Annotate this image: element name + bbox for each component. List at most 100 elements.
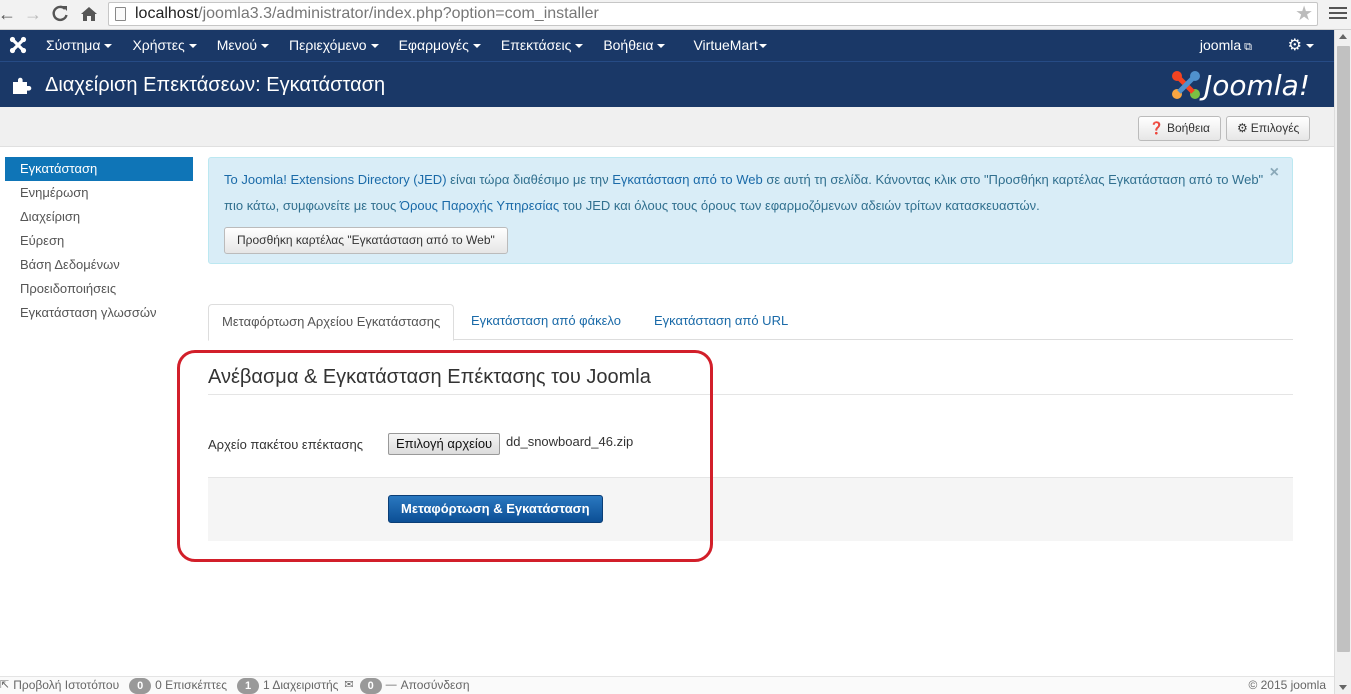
browser-menu-icon[interactable] (1329, 4, 1347, 24)
user-name: joomla (1199, 37, 1242, 53)
logout-link[interactable]: Αποσύνδεση (401, 677, 470, 694)
terms-of-service-link[interactable]: Όρους Παροχής Υπηρεσίας (400, 198, 559, 213)
home-icon[interactable] (78, 3, 100, 25)
gear-icon: ⚙ (1237, 121, 1248, 135)
chevron-down-icon (657, 44, 666, 49)
question-circle-icon: ❓ (1149, 121, 1164, 135)
choose-file-button[interactable]: Επιλογή αρχείου (388, 433, 501, 455)
menu-item-label: VirtueMart (693, 37, 758, 53)
menu-item[interactable]: Περιεχόμενο (279, 30, 389, 61)
sidebar-item[interactable]: Προειδοποιήσεις (5, 277, 193, 301)
minus-icon: — (385, 679, 397, 691)
menu-item[interactable]: Εφαρμογές (389, 30, 491, 61)
options-button-label: Επιλογές (1250, 121, 1300, 135)
section-title: Ανέβασμα & Εγκατάσταση Επέκτασης του Joo… (208, 366, 651, 388)
puzzle-icon (13, 77, 32, 94)
scroll-up-icon[interactable] (1339, 34, 1347, 39)
scroll-down-icon[interactable] (1339, 685, 1347, 690)
close-icon[interactable]: × (1270, 164, 1279, 182)
sidebar-item[interactable]: Εγκατάσταση γλωσσών (5, 301, 193, 325)
menu-item-label: Χρήστες (132, 37, 185, 53)
main-menu: Σύστημα Χρήστες Μενού Περιεχόμενο Εφαρμογές Ε… (36, 30, 777, 61)
alert-text-1: είναι τώρα διαθέσιμο με την (446, 172, 613, 187)
address-bar[interactable]: localhost/joomla3.3/administrator/index.… (108, 2, 1318, 26)
sidebar-item[interactable]: Βάση Δεδομένων (5, 253, 193, 277)
alert-message: Το Joomla! Extensions Directory (JED) εί… (224, 167, 1264, 219)
help-button-label: Βοήθεια (1166, 121, 1210, 135)
joomla-logo-icon (1172, 71, 1201, 99)
subhead-toolbar: ❓ Βοήθεια ⚙ Επιλογές (0, 107, 1334, 147)
chevron-down-icon (188, 44, 197, 49)
sidebar-item[interactable]: Εγκατάσταση (5, 157, 193, 181)
menu-item[interactable]: Σύστημα (36, 30, 122, 61)
admin-navbar: Σύστημα Χρήστες Μενού Περιεχόμενο Εφαρμογές Ε… (0, 30, 1334, 61)
menu-item-label: Επεκτάσεις (500, 37, 572, 53)
scroll-thumb[interactable] (1337, 46, 1350, 652)
chevron-down-icon (575, 44, 584, 49)
divider (208, 394, 1293, 395)
form-actions (208, 477, 1293, 541)
menu-item[interactable]: Επεκτάσεις (491, 30, 593, 61)
install-from-web-link[interactable]: Εγκατάσταση από το Web (612, 172, 762, 187)
chevron-down-icon (104, 44, 113, 49)
gear-icon: ⚙ (1287, 37, 1302, 54)
menu-item-label: Εφαρμογές (398, 37, 469, 53)
view-site-link[interactable]: Προβολή Ιστοτόπου (13, 677, 119, 694)
joomla-brand-icon[interactable] (9, 36, 27, 57)
settings-menu[interactable]: ⚙ (1288, 30, 1314, 61)
page-header: Διαχείριση Επεκτάσεων: Εγκατάσταση Jooml… (0, 61, 1334, 107)
joomla-logo: Joomla! (1170, 68, 1310, 102)
sidebar-item[interactable]: Διαχείριση (5, 205, 193, 229)
browser-toolbar: ← → localhost/joomla3.3/administrator/in… (0, 0, 1351, 30)
add-install-from-web-tab-button[interactable]: Προσθήκη καρτέλας "Εγκατάσταση από το We… (224, 227, 508, 254)
external-link-icon: ⧉ (1244, 41, 1252, 53)
chevron-down-icon (1306, 43, 1314, 48)
chevron-down-icon (370, 44, 379, 49)
chevron-down-icon (472, 44, 481, 49)
visitors-badge: 0 (129, 677, 152, 694)
jed-link[interactable]: Το Joomla! Extensions Directory (JED) (224, 172, 447, 187)
chevron-down-icon (758, 44, 767, 49)
back-icon[interactable]: ← (0, 3, 18, 25)
bookmark-star-icon[interactable]: ★ (1295, 3, 1313, 25)
install-tabs: Μεταφόρτωση Αρχείου Εγκατάστασης Εγκατάστ… (208, 304, 1293, 341)
reload-icon[interactable] (49, 3, 71, 25)
page-title: Διαχείριση Επεκτάσεων: Εγκατάσταση (45, 74, 386, 96)
page-scrollbar[interactable] (1334, 30, 1351, 694)
help-button[interactable]: ❓ Βοήθεια (1138, 116, 1221, 141)
package-file-label: Αρχείο πακέτου επέκτασης (208, 437, 363, 452)
url-text: localhost/joomla3.3/administrator/index.… (135, 5, 599, 22)
menu-item[interactable]: VirtueMart (683, 30, 776, 61)
menu-item[interactable]: Χρήστες (122, 30, 206, 61)
share-icon: ⇱ (0, 679, 10, 691)
chevron-down-icon (261, 44, 270, 49)
tab[interactable]: Εγκατάσταση από φάκελο (458, 304, 634, 340)
admins-label: 1 Διαχειριστής (263, 678, 339, 692)
page-icon (115, 7, 126, 21)
upload-install-button[interactable]: Μεταφόρτωση & Εγκατάσταση (388, 495, 603, 523)
selected-file-name: dd_snowboard_46.zip (506, 434, 634, 449)
menu-item-label: Περιεχόμενο (289, 37, 367, 53)
menu-item[interactable]: Μενού (207, 30, 279, 61)
menu-item-label: Μενού (216, 37, 258, 53)
tab[interactable]: Μεταφόρτωση Αρχείου Εγκατάστασης (208, 304, 455, 341)
status-bar: ⇱ Προβολή Ιστοτόπου 0 0 Επισκέπτες 1 1 Δ… (0, 676, 1334, 694)
menu-item-label: Σύστημα (46, 37, 101, 53)
sidebar: Εγκατάσταση Ενημέρωση Διαχείριση Εύρεση Βάση… (5, 157, 193, 325)
options-button[interactable]: ⚙ Επιλογές (1226, 116, 1311, 141)
alert-text-3: του JED και όλους τους όρους των εφαρμοζ… (559, 198, 1040, 213)
info-alert: Το Joomla! Extensions Directory (JED) εί… (208, 157, 1293, 264)
visitors-label: 0 Επισκέπτες (155, 678, 228, 692)
menu-item-label: Βοήθεια (603, 37, 654, 53)
joomla-logo-text: Joomla! (1204, 68, 1310, 102)
menu-item[interactable]: Βοήθεια (593, 30, 675, 61)
admins-badge: 1 (237, 677, 260, 694)
tab[interactable]: Εγκατάσταση από URL (641, 304, 801, 340)
sidebar-item[interactable]: Ενημέρωση (5, 181, 193, 205)
copyright: © 2015 joomla (1248, 678, 1326, 692)
user-menu[interactable]: joomla ⧉ (1200, 30, 1252, 63)
envelope-icon: ✉ (344, 679, 354, 691)
messages-badge[interactable]: 0 (359, 677, 382, 694)
forward-icon[interactable]: → (22, 3, 44, 25)
sidebar-item[interactable]: Εύρεση (5, 229, 193, 253)
